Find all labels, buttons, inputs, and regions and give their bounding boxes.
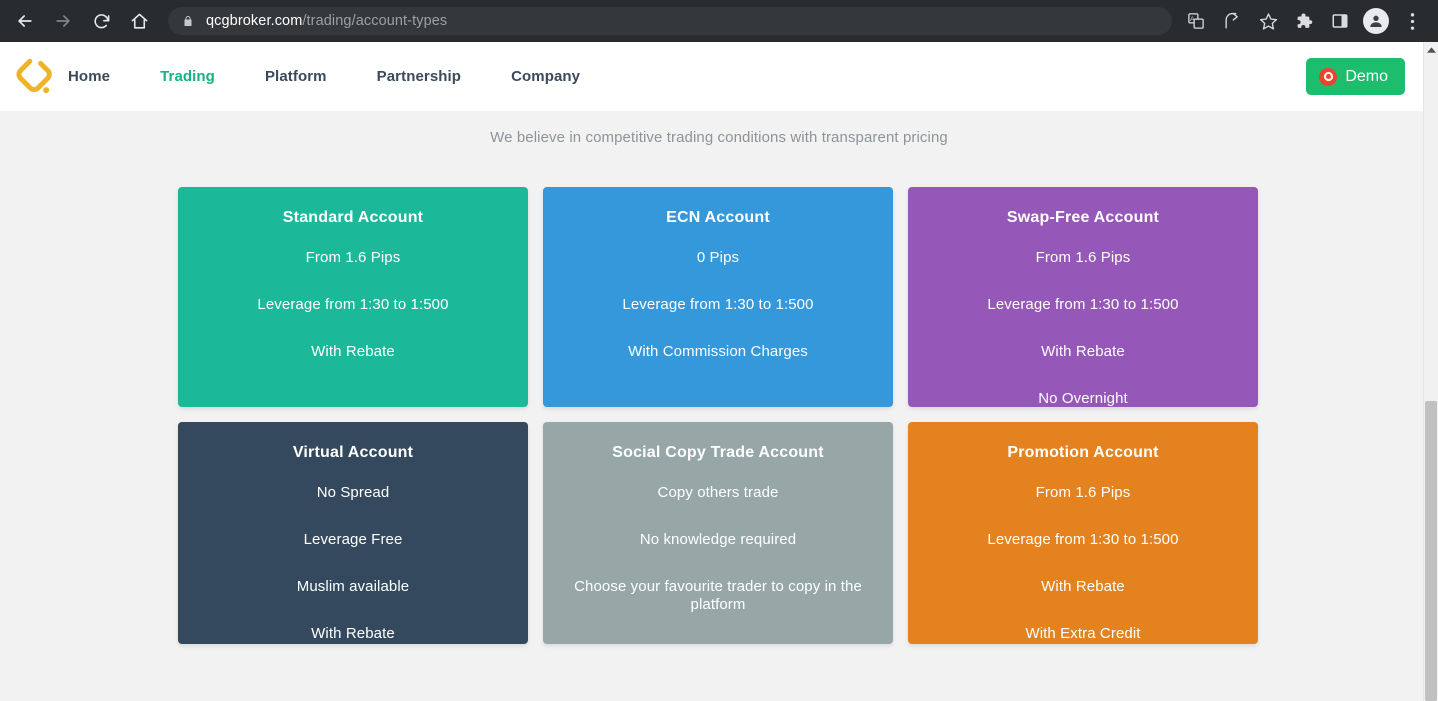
site-header: Home Trading Platform Partnership Compan… — [0, 42, 1438, 111]
side-panel-icon[interactable] — [1325, 6, 1355, 36]
card-feature: Leverage from 1:30 to 1:500 — [622, 296, 814, 313]
card-feature: Leverage Free — [303, 531, 403, 548]
card-feature: With Rebate — [1041, 578, 1125, 595]
nav-item-trading[interactable]: Trading — [160, 68, 215, 85]
nav-item-platform[interactable]: Platform — [265, 68, 327, 85]
back-button[interactable] — [10, 6, 40, 36]
account-card-swap-free[interactable]: Swap-Free Account From 1.6 Pips Leverage… — [908, 187, 1258, 407]
browser-tool-icons: A — [1178, 6, 1430, 36]
card-feature: Choose your favourite trader to copy in … — [574, 578, 862, 613]
card-feature: Muslim available — [296, 578, 410, 595]
qcg-diamond-logo[interactable] — [10, 54, 56, 100]
account-card-virtual[interactable]: Virtual Account No Spread Leverage Free … — [178, 422, 528, 644]
page-subtitle: We believe in competitive trading condit… — [490, 129, 948, 146]
url-host: qcgbroker.com — [206, 13, 303, 29]
card-feature: No Spread — [316, 484, 390, 501]
account-card-ecn[interactable]: ECN Account 0 Pips Leverage from 1:30 to… — [543, 187, 893, 407]
page-scrollbar[interactable] — [1423, 42, 1438, 701]
card-title: Social Copy Trade Account — [612, 444, 824, 461]
card-title: Swap-Free Account — [1006, 209, 1160, 226]
card-title: Standard Account — [282, 209, 424, 226]
translate-icon[interactable]: A — [1181, 6, 1211, 36]
account-card-standard[interactable]: Standard Account From 1.6 Pips Leverage … — [178, 187, 528, 407]
profile-avatar-icon[interactable] — [1363, 8, 1389, 34]
url-text: qcgbroker.com/trading/account-types — [206, 13, 447, 29]
card-feature: Copy others trade — [657, 484, 779, 501]
card-feature: From 1.6 Pips — [1035, 249, 1131, 266]
three-dot-menu-icon[interactable] — [1397, 6, 1427, 36]
nav-item-company[interactable]: Company — [511, 68, 580, 85]
page-content: We believe in competitive trading condit… — [0, 111, 1438, 701]
svg-text:A: A — [1190, 16, 1195, 23]
card-feature: 0 Pips — [696, 249, 740, 266]
main-navigation: Home Trading Platform Partnership Compan… — [68, 68, 630, 85]
card-feature: With Commission Charges — [628, 343, 808, 360]
lock-icon — [182, 14, 194, 28]
browser-toolbar: qcgbroker.com/trading/account-types A — [0, 0, 1438, 42]
demo-button-label: Demo — [1345, 67, 1388, 85]
reload-button[interactable] — [86, 6, 116, 36]
share-icon[interactable] — [1217, 6, 1247, 36]
scrollbar-up-arrow-icon[interactable] — [1424, 42, 1438, 58]
card-feature: Leverage from 1:30 to 1:500 — [987, 531, 1179, 548]
nav-item-partnership[interactable]: Partnership — [377, 68, 461, 85]
card-feature: No knowledge required — [639, 531, 797, 548]
card-feature: Leverage from 1:30 to 1:500 — [987, 296, 1179, 313]
card-title: Virtual Account — [292, 444, 414, 461]
card-feature: With Rebate — [1041, 343, 1125, 360]
card-feature: Leverage from 1:30 to 1:500 — [257, 296, 449, 313]
home-button[interactable] — [124, 6, 154, 36]
card-feature: No Overnight — [1038, 390, 1128, 407]
demo-button[interactable]: Demo — [1306, 58, 1405, 95]
card-feature: With Rebate — [311, 343, 395, 360]
card-title: ECN Account — [666, 209, 770, 226]
card-title: Promotion Account — [1007, 444, 1159, 461]
nav-item-home[interactable]: Home — [68, 68, 110, 85]
account-types-grid: Standard Account From 1.6 Pips Leverage … — [178, 187, 1260, 644]
scrollbar-track[interactable] — [1424, 58, 1438, 701]
card-feature: With Extra Credit — [1025, 625, 1141, 642]
demo-circle-icon — [1319, 67, 1338, 86]
card-feature: With Rebate — [311, 625, 395, 642]
card-feature: From 1.6 Pips — [305, 249, 401, 266]
extensions-puzzle-icon[interactable] — [1289, 6, 1319, 36]
scrollbar-thumb[interactable] — [1425, 401, 1437, 701]
card-feature: From 1.6 Pips — [1035, 484, 1131, 501]
account-card-social-copy-trade[interactable]: Social Copy Trade Account Copy others tr… — [543, 422, 893, 644]
bookmark-star-icon[interactable] — [1253, 6, 1283, 36]
account-card-promotion[interactable]: Promotion Account From 1.6 Pips Leverage… — [908, 422, 1258, 644]
url-path: /trading/account-types — [302, 13, 448, 29]
forward-button[interactable] — [48, 6, 78, 36]
address-bar[interactable]: qcgbroker.com/trading/account-types — [168, 7, 1172, 35]
